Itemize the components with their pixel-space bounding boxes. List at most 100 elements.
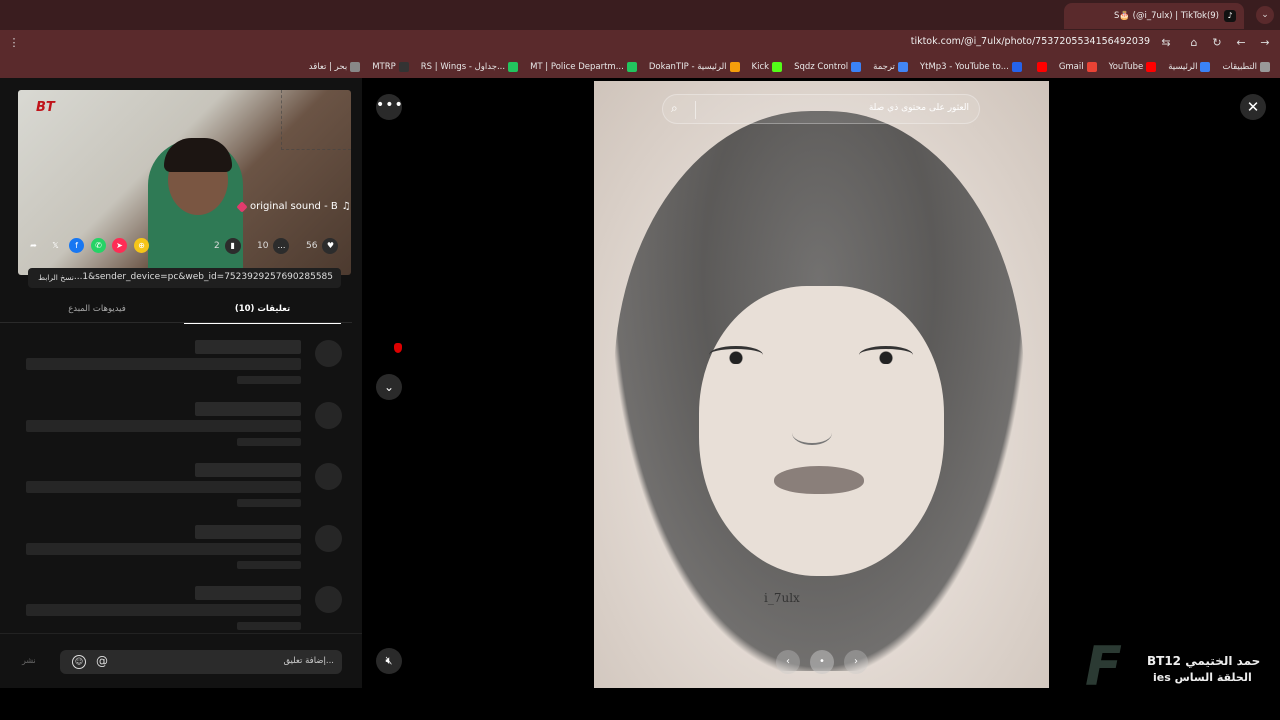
facebook-share-icon[interactable]: f — [69, 238, 84, 253]
mute-icon[interactable]: 🔇︎ — [376, 648, 402, 674]
bookmark-item[interactable]: Gmail — [1059, 62, 1097, 72]
x-share-icon[interactable]: 𝕏 — [48, 238, 63, 253]
comment-composer: نشر ☺ @ إضافة تعليق... — [0, 633, 362, 688]
screen: { "browser": { "tab_title": "S🎂 (@i_7ulx… — [0, 0, 1280, 720]
share-arrow-icon[interactable]: ➦ — [26, 238, 41, 253]
page-dot[interactable]: • — [810, 650, 834, 674]
bookmark-label: Sqdz Control — [794, 62, 849, 72]
back-icon[interactable]: ← — [1233, 35, 1249, 51]
comment-stat[interactable]: 10 … — [257, 238, 290, 254]
active-tab[interactable]: S🎂 (@i_7ulx) | TikTok(9) ♪ — [1064, 3, 1244, 29]
sketch-eye-right — [859, 346, 913, 364]
bookmark-item[interactable]: YouTube — [1109, 62, 1157, 72]
comment-skeleton — [26, 586, 342, 636]
reload-icon[interactable]: ↻ — [1209, 35, 1225, 51]
bookmark-item[interactable]: ترجمة — [873, 62, 908, 72]
menu-dots-icon[interactable]: ⋮ — [6, 35, 22, 51]
photo-pager: ‹ • › — [776, 650, 868, 674]
bookmark-item[interactable]: RS | Wings - جداول... — [420, 62, 519, 72]
browser-toolbar: ⋮ tiktok.com/@i_7ulx/photo/7537205534156… — [0, 30, 1280, 56]
send-share-icon[interactable]: ➤ — [112, 238, 127, 253]
watermark-logo-icon: F — [1085, 635, 1122, 698]
comment-skeleton — [26, 463, 342, 513]
bookmark-item[interactable]: التطبيقات — [1222, 62, 1270, 72]
mouse-cursor — [394, 343, 402, 353]
mention-icon[interactable]: @ — [96, 654, 108, 668]
share-link-text[interactable]: ...1&sender_device=pc&web_id=75239292576… — [74, 272, 333, 282]
bookmark-favicon-icon — [1086, 62, 1097, 72]
bookmark-favicon-icon — [1146, 62, 1157, 72]
comment-input[interactable]: ☺ @ إضافة تعليق... — [60, 650, 342, 674]
stream-logo: BT — [36, 100, 55, 115]
next-post-button[interactable]: ⌄ — [376, 374, 402, 400]
related-search-bar[interactable]: ⌕ العثور على محتوى ذي صلة — [662, 94, 980, 124]
comment-skeleton — [26, 402, 342, 452]
photo-viewer[interactable]: i_7ulx — [594, 81, 1049, 688]
bookmark-item[interactable]: YtMp3 - YouTube to... — [920, 62, 1022, 72]
bookmark-favicon-icon — [508, 62, 519, 72]
site-settings-icon[interactable]: ⇆ — [1158, 35, 1174, 51]
tabs-divider — [0, 322, 352, 323]
sound-avatar-icon — [236, 200, 248, 213]
sketch-eye-left — [709, 346, 763, 364]
next-photo-icon[interactable]: › — [844, 650, 868, 674]
bookmark-item[interactable]: Sqdz Control — [794, 62, 862, 72]
sketch-lips — [774, 466, 864, 494]
bookmark-label: Kick — [751, 62, 770, 72]
whatsapp-share-icon[interactable]: ✆ — [91, 238, 106, 253]
bottom-bar — [0, 688, 1280, 720]
sound-title: original sound - B — [250, 201, 338, 212]
bookmark-item[interactable] — [1034, 62, 1047, 72]
bookmark-item[interactable]: الرئيسية — [1168, 62, 1211, 72]
address-bar[interactable]: tiktok.com/@i_7ulx/photo/753720553415649… — [911, 36, 1150, 47]
tab-strip: + ✕ S🎂 (@i_7ulx) | TikTok(9) ♪ ⌄ — [0, 0, 1280, 30]
close-icon[interactable]: ✕ — [1240, 94, 1266, 120]
bookmark-item[interactable]: MTRP — [372, 62, 409, 72]
more-options-button[interactable]: ••• — [376, 94, 403, 120]
comment-skeleton — [26, 340, 342, 390]
emoji-icon[interactable]: ☺ — [72, 655, 86, 669]
post-comment-button[interactable]: نشر — [22, 656, 36, 665]
tab-comments[interactable]: (10) تعليقات — [184, 302, 341, 324]
bookmark-favicon-icon — [350, 62, 361, 72]
bookmark-item[interactable]: Kick — [752, 62, 783, 72]
bookmark-favicon-icon — [398, 62, 409, 72]
bookmark-label: بحر | تعاقد — [308, 62, 348, 72]
home-icon[interactable]: ⌂ — [1186, 35, 1202, 51]
bookmark-item[interactable]: DokanTIP - الرئيسية — [649, 62, 740, 72]
search-placeholder: العثور على محتوى ذي صلة — [868, 103, 969, 113]
stream-watermark: F BT12 حمد الختيمي ies الحلقة الساس — [1085, 640, 1265, 694]
bookmark-favicon-icon — [851, 62, 862, 72]
share-actions: ➦ 𝕏 f ✆ ➤ ⊕ 2 ▮ 10 … 56 ♥ — [26, 236, 344, 256]
comment-placeholder: إضافة تعليق... — [283, 656, 334, 666]
bookmark-label: التطبيقات — [1222, 62, 1257, 72]
tab-title: S🎂 (@i_7ulx) | TikTok(9) — [1113, 11, 1219, 21]
spiderweb-decoration — [281, 90, 351, 150]
details-panel: BT original sound - B ♫ ➦ 𝕏 f ✆ ➤ ⊕ 2 ▮ … — [0, 78, 362, 688]
bookmark-favicon-icon — [1011, 62, 1022, 72]
save-stat[interactable]: 2 ▮ — [214, 238, 241, 254]
sound-link[interactable]: original sound - B ♫ — [236, 200, 351, 213]
bookmark-favicon-icon — [1260, 62, 1270, 72]
bookmark-label: RS | Wings - جداول... — [420, 62, 506, 72]
tiktok-favicon-icon: ♪ — [1224, 10, 1236, 22]
tab-creator-videos[interactable]: فيديوهات المبدع — [10, 302, 184, 324]
embed-share-icon[interactable]: ⊕ — [134, 238, 149, 253]
bookmark-label: Gmail — [1058, 62, 1084, 72]
forward-icon[interactable]: → — [1257, 35, 1273, 51]
comment-count: 10 — [257, 241, 269, 251]
bookmark-favicon-icon — [772, 62, 783, 72]
like-stat[interactable]: 56 ♥ — [306, 238, 339, 254]
comment-skeleton — [26, 525, 342, 575]
search-icon: ⌕ — [671, 101, 678, 115]
bookmark-label: MT | Police Departm... — [530, 62, 624, 72]
watermark-line2: ies الحلقة الساس — [1153, 671, 1252, 684]
search-divider — [695, 101, 696, 119]
bookmark-label: YtMp3 - YouTube to... — [919, 62, 1009, 72]
streamer-hair — [164, 138, 232, 172]
bookmark-label: ترجمة — [873, 62, 895, 72]
prev-photo-icon[interactable]: ‹ — [776, 650, 800, 674]
bookmark-item[interactable]: بحر | تعاقد — [308, 62, 361, 72]
bookmark-item[interactable]: MT | Police Departm... — [530, 62, 637, 72]
tab-search-icon[interactable]: ⌄ — [1256, 6, 1274, 24]
